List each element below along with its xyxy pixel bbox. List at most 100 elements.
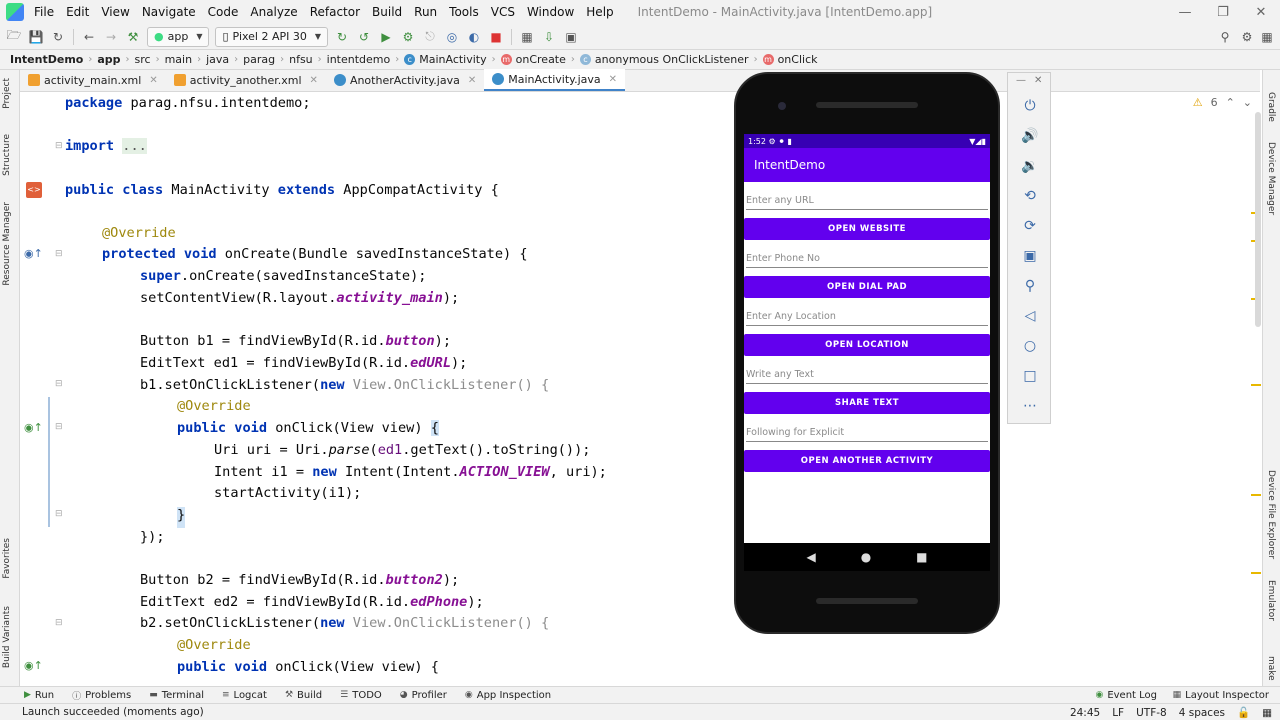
tab-main-activity-java[interactable]: MainActivity.java ✕	[484, 69, 626, 91]
rerun-icon[interactable]: ↻	[332, 27, 352, 47]
tool-logcat[interactable]: ≡ Logcat	[213, 690, 276, 701]
crumb-onclick[interactable]: m onClick	[759, 53, 822, 66]
folded-imports[interactable]: ...	[122, 138, 147, 154]
device-select[interactable]: ▯ Pixel 2 API 30 ▼	[215, 26, 329, 47]
warning-stripe-mark[interactable]	[1251, 494, 1261, 496]
open-location-button[interactable]: OPEN LOCATION	[744, 334, 990, 356]
tool-gradle[interactable]: Gradle	[1266, 92, 1276, 122]
chevron-down-icon[interactable]: ⌄	[1243, 96, 1252, 109]
code-editor[interactable]: package parag.nfsu.intentdemo; import ..…	[64, 92, 1262, 686]
sdk-manager-icon[interactable]: ⇩	[539, 27, 559, 47]
sync-icon[interactable]: ↻	[48, 27, 68, 47]
implement-marker-icon[interactable]: ◉↑	[24, 421, 43, 435]
tool-problems[interactable]: ⓘ Problems	[63, 689, 140, 702]
lock-icon[interactable]: 🔓	[1237, 706, 1250, 719]
tool-project[interactable]: Project	[2, 78, 12, 109]
home-icon[interactable]: ○	[1020, 336, 1040, 356]
file-encoding[interactable]: UTF-8	[1136, 707, 1167, 719]
tool-layout-inspector[interactable]: ▦ Layout Inspector	[1164, 690, 1278, 701]
crumb-src[interactable]: src	[131, 53, 155, 66]
tool-run[interactable]: ▶ Run	[0, 690, 63, 701]
tool-terminal[interactable]: ▬ Terminal	[140, 690, 213, 701]
apply-changes-icon[interactable]: ↺	[354, 27, 374, 47]
crumb-java[interactable]: java	[202, 53, 233, 66]
close-icon[interactable]: ✕	[149, 75, 157, 86]
fold-marker-icon[interactable]: ⊟	[55, 422, 63, 432]
menu-view[interactable]: View	[95, 5, 135, 19]
tab-another-activity-java[interactable]: AnotherActivity.java ✕	[326, 69, 484, 91]
fold-marker-icon[interactable]: ⊟	[55, 141, 63, 151]
share-text-button[interactable]: SHARE TEXT	[744, 392, 990, 414]
open-another-activity-button[interactable]: OPEN ANOTHER ACTIVITY	[744, 450, 990, 472]
menu-run[interactable]: Run	[408, 5, 443, 19]
run-config-select[interactable]: ● app ▼	[147, 26, 210, 47]
hammer-icon[interactable]: ⚒	[123, 27, 143, 47]
close-icon[interactable]: ✕	[609, 74, 617, 85]
camera-icon[interactable]: ▣	[1020, 246, 1040, 266]
xml-layout-icon[interactable]: <>	[26, 182, 42, 198]
minimize-icon[interactable]: —	[1016, 75, 1026, 86]
line-separator[interactable]: LF	[1112, 707, 1124, 719]
explicit-input[interactable]: Following for Explicit	[746, 420, 988, 442]
open-dial-pad-button[interactable]: OPEN DIAL PAD	[744, 276, 990, 298]
attach-debugger-icon[interactable]: ⎋	[420, 27, 440, 47]
crumb-oncreate[interactable]: m onCreate	[497, 53, 570, 66]
tool-device-manager[interactable]: Device Manager	[1266, 142, 1276, 215]
tool-make[interactable]: make	[1266, 656, 1276, 681]
menu-refactor[interactable]: Refactor	[304, 5, 366, 19]
android-studio-update-icon[interactable]: ▦	[1257, 27, 1277, 47]
folder-open-icon[interactable]: 🗁	[4, 27, 24, 47]
menu-edit[interactable]: Edit	[60, 5, 95, 19]
crumb-main[interactable]: main	[161, 53, 196, 66]
close-icon[interactable]: ✕	[1242, 0, 1280, 24]
menu-analyze[interactable]: Analyze	[244, 5, 303, 19]
rotate-right-icon[interactable]: ⟳	[1020, 216, 1040, 236]
tool-resource-manager[interactable]: Resource Manager	[2, 202, 12, 286]
menu-code[interactable]: Code	[202, 5, 245, 19]
menu-navigate[interactable]: Navigate	[136, 5, 202, 19]
tool-build[interactable]: ⚒ Build	[276, 690, 331, 701]
nav-recents-icon[interactable]: ■	[916, 550, 927, 564]
project-structure-icon[interactable]: ▣	[561, 27, 581, 47]
back-arrow-icon[interactable]: ←	[79, 27, 99, 47]
nav-home-icon[interactable]: ●	[861, 550, 871, 564]
tool-build-variants[interactable]: Build Variants	[2, 606, 12, 668]
power-icon[interactable]: ⏻	[1020, 96, 1040, 116]
chevron-up-icon[interactable]: ⌃	[1226, 96, 1235, 109]
tool-favorites[interactable]: Favorites	[2, 538, 12, 579]
nav-back-icon[interactable]: ◀	[806, 550, 815, 564]
tool-event-log[interactable]: ◉ Event Log	[1086, 690, 1166, 701]
warning-stripe-mark[interactable]	[1251, 572, 1261, 574]
caret-position[interactable]: 24:45	[1070, 707, 1100, 719]
tool-app-inspection[interactable]: ◉ App Inspection	[456, 690, 560, 701]
fold-marker-icon[interactable]: ⊟	[55, 509, 63, 519]
crumb-intentdemo[interactable]: intentdemo	[323, 53, 395, 66]
minimize-icon[interactable]: —	[1166, 0, 1204, 24]
menu-file[interactable]: File	[28, 5, 60, 19]
fold-marker-icon[interactable]: ⊟	[55, 618, 63, 628]
tool-emulator[interactable]: Emulator	[1266, 580, 1276, 621]
save-icon[interactable]: 💾	[26, 27, 46, 47]
volume-up-icon[interactable]: 🔊	[1020, 126, 1040, 146]
volume-down-icon[interactable]: 🔉	[1020, 156, 1040, 176]
rotate-left-icon[interactable]: ⟲	[1020, 186, 1040, 206]
crumb-anonymous[interactable]: c anonymous OnClickListener	[576, 53, 753, 66]
crumb-project[interactable]: IntentDemo	[0, 53, 87, 66]
emulator-screen[interactable]: 1:52 ⚙ ⚫ ▮ ▼◢▮ IntentDemo Enter any URL …	[744, 134, 990, 543]
phone-input[interactable]: Enter Phone No	[746, 246, 988, 268]
menu-tools[interactable]: Tools	[443, 5, 485, 19]
tab-activity-another-xml[interactable]: activity_another.xml ✕	[166, 69, 326, 91]
fold-marker-icon[interactable]: ⊟	[55, 379, 63, 389]
run-icon[interactable]: ▶	[376, 27, 396, 47]
menu-window[interactable]: Window	[521, 5, 580, 19]
memory-indicator-icon[interactable]: ▦	[1262, 707, 1272, 719]
maximize-icon[interactable]: ❐	[1204, 0, 1242, 24]
editor-scrollbar[interactable]	[1255, 112, 1261, 327]
close-icon[interactable]: ✕	[310, 75, 318, 86]
override-marker-icon[interactable]: ◉↑	[24, 247, 43, 261]
zoom-icon[interactable]: ⚲	[1020, 276, 1040, 296]
tab-activity-main-xml[interactable]: activity_main.xml ✕	[20, 69, 166, 91]
implement-marker-icon[interactable]: ◉↑	[24, 659, 43, 673]
device-manager-icon[interactable]: ▦	[517, 27, 537, 47]
menu-vcs[interactable]: VCS	[485, 5, 521, 19]
